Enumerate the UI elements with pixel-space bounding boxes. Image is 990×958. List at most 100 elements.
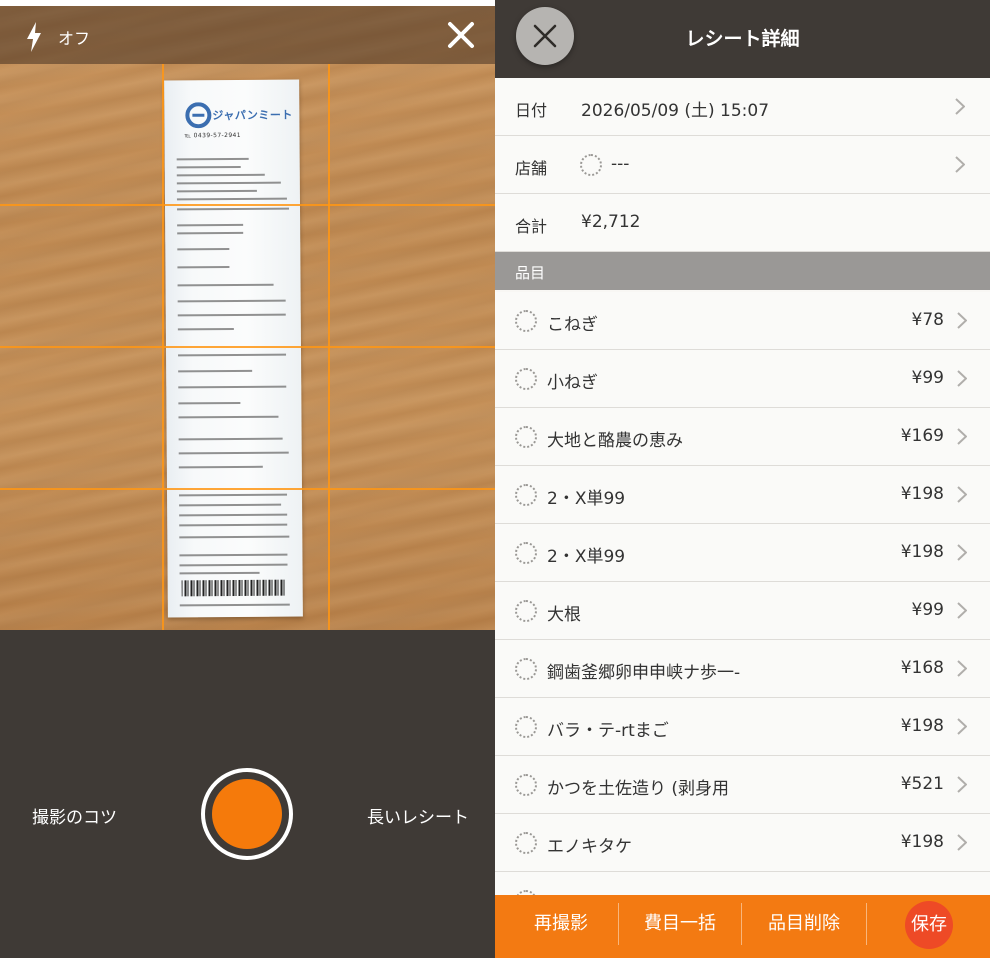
chevron-right-icon bbox=[957, 602, 967, 619]
item-price: ¥521 bbox=[900, 774, 944, 794]
bottom-action-bar: 再撮影 費目一括 品目削除 保存 bbox=[495, 895, 990, 958]
receipt-text-line bbox=[178, 437, 283, 441]
save-button[interactable]: 保存 bbox=[905, 901, 953, 949]
item-row[interactable]: バラ・テ-rtまご ¥198 bbox=[495, 698, 990, 756]
item-name: かつを土佐造り (剥身用 bbox=[547, 779, 730, 799]
total-label: 合計 bbox=[515, 217, 548, 236]
item-price: ¥99 bbox=[911, 368, 944, 388]
receipt-text-line bbox=[177, 266, 230, 269]
receipt-text-line bbox=[177, 223, 244, 227]
receipt-text-line bbox=[179, 523, 288, 527]
receipt-text-line bbox=[178, 415, 279, 419]
item-price: ¥198 bbox=[900, 716, 944, 736]
action-divider bbox=[741, 903, 742, 945]
receipt-text-line bbox=[179, 563, 288, 567]
item-row[interactable]: 大地と酪農の恵み ¥169 bbox=[495, 408, 990, 466]
long-receipt-button[interactable]: 長いレシート bbox=[367, 803, 469, 828]
receipt-text-line bbox=[179, 603, 290, 607]
delete-item-button[interactable]: 品目削除 bbox=[744, 895, 864, 953]
loading-icon bbox=[515, 368, 537, 390]
item-row[interactable]: 2・X単99 ¥198 bbox=[495, 466, 990, 524]
receipt-text-line bbox=[177, 283, 274, 287]
receipt-text-line bbox=[177, 207, 290, 211]
total-value: ¥2,712 bbox=[581, 212, 641, 232]
item-price: ¥198 bbox=[900, 542, 944, 562]
chevron-right-icon bbox=[957, 370, 967, 387]
receipt-text-line bbox=[179, 513, 288, 517]
total-row: 合計 ¥2,712 bbox=[495, 194, 990, 252]
item-price: ¥99 bbox=[911, 600, 944, 620]
date-row[interactable]: 日付 2026/05/09 (土) 15:07 bbox=[495, 78, 990, 136]
item-name: エノキタケ bbox=[547, 837, 632, 857]
action-divider bbox=[618, 903, 619, 945]
store-value: --- bbox=[611, 154, 630, 174]
item-row[interactable]: 2・X単99 ¥198 bbox=[495, 524, 990, 582]
receipt-text-line bbox=[178, 451, 289, 455]
item-row[interactable]: 大根 ¥99 bbox=[495, 582, 990, 640]
store-row[interactable]: 店舗 --- bbox=[495, 136, 990, 194]
receipt-text-line bbox=[176, 173, 265, 177]
receipt-text-line bbox=[176, 157, 249, 161]
item-name: 2・X単99 bbox=[547, 547, 626, 567]
loading-icon bbox=[515, 774, 537, 796]
chevron-right-icon bbox=[957, 718, 967, 735]
item-price: ¥78 bbox=[911, 310, 944, 330]
shutter-button-core bbox=[212, 779, 282, 849]
chevron-right-icon bbox=[957, 834, 967, 851]
chevron-right-icon bbox=[957, 428, 967, 445]
receipt-barcode bbox=[181, 579, 286, 597]
item-name: こねぎ bbox=[547, 315, 598, 335]
item-row[interactable]: エノキタケ ¥198 bbox=[495, 814, 990, 872]
receipt-detail-screen: レシート詳細 日付 2026/05/09 (土) 15:07 店舗 --- 合計… bbox=[495, 0, 990, 958]
loading-icon bbox=[515, 426, 537, 448]
guide-line-horizontal bbox=[0, 488, 495, 490]
receipt-text-line bbox=[177, 248, 230, 251]
receipt-text-line bbox=[176, 181, 281, 185]
date-label: 日付 bbox=[515, 101, 548, 120]
item-price: ¥198 bbox=[900, 484, 944, 504]
receipt-text-line bbox=[179, 503, 282, 507]
receipt-text-line bbox=[177, 299, 286, 303]
receipt-text-line bbox=[176, 165, 241, 169]
receipt-text-line bbox=[176, 197, 287, 201]
item-row[interactable]: かつを土佐造り (剥身用 ¥521 bbox=[495, 756, 990, 814]
receipt-text-line bbox=[179, 553, 288, 557]
chevron-right-icon bbox=[955, 98, 965, 115]
flash-label[interactable]: オフ bbox=[58, 25, 90, 49]
retake-button[interactable]: 再撮影 bbox=[505, 895, 617, 953]
action-divider bbox=[866, 903, 867, 945]
store-label: 店舗 bbox=[515, 159, 548, 178]
detail-header: レシート詳細 bbox=[495, 0, 990, 78]
chevron-right-icon bbox=[957, 312, 967, 329]
flash-icon[interactable] bbox=[25, 22, 43, 52]
receipt-text-line bbox=[178, 465, 263, 469]
item-price: ¥169 bbox=[900, 426, 944, 446]
guide-line-horizontal bbox=[0, 346, 495, 348]
item-row[interactable]: 小ねぎ ¥99 bbox=[495, 350, 990, 408]
receipt-preview: ジャパンミート ℡ 0439-57-2941 bbox=[164, 79, 303, 618]
receipt-text-line bbox=[178, 369, 253, 373]
item-name: 2・X単99 bbox=[547, 489, 626, 509]
page-title: レシート詳細 bbox=[685, 28, 800, 50]
receipt-text-line bbox=[176, 189, 257, 193]
item-row[interactable]: 鋼歯釜郷卵申申峡ナ歩一- ¥168 bbox=[495, 640, 990, 698]
guide-line-horizontal bbox=[0, 204, 495, 206]
receipt-text-line bbox=[178, 385, 287, 389]
camera-screen: ジャパンミート ℡ 0439-57-2941 オフ 撮影のコツ 長いレシート bbox=[0, 0, 495, 958]
loading-icon bbox=[515, 832, 537, 854]
bulk-category-button[interactable]: 費目一括 bbox=[621, 895, 739, 953]
item-name: 大根 bbox=[547, 605, 581, 625]
store-logo-text: ジャパンミート bbox=[212, 108, 293, 123]
item-row[interactable]: こねぎ ¥78 bbox=[495, 292, 990, 350]
loading-icon bbox=[515, 542, 537, 564]
receipt-text-line bbox=[177, 327, 234, 331]
items-section-header: 品目 bbox=[495, 252, 990, 290]
chevron-right-icon bbox=[957, 486, 967, 503]
loading-icon bbox=[580, 154, 602, 176]
shutter-button[interactable] bbox=[201, 768, 293, 860]
item-price: ¥168 bbox=[900, 658, 944, 678]
item-price: ¥198 bbox=[900, 832, 944, 852]
close-icon[interactable] bbox=[446, 20, 476, 50]
item-name: 大地と酪農の恵み bbox=[547, 431, 683, 451]
shooting-tips-button[interactable]: 撮影のコツ bbox=[32, 803, 117, 828]
